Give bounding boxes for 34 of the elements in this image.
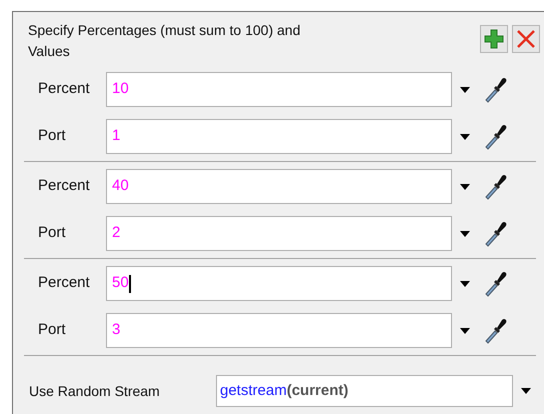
add-button[interactable] [480,25,508,53]
caret-icon[interactable] [459,280,471,288]
field-label: Port [37,320,67,340]
field-label: Port [37,223,67,244]
caret-icon[interactable] [459,132,471,140]
eyedropper-icon[interactable] [483,318,507,344]
eyedropper-icon[interactable] [483,76,507,102]
input-field[interactable]: 2 [106,216,452,251]
input-field[interactable]: 10 [106,72,452,107]
field-label: Percent [37,79,91,100]
field-label: Percent [37,273,91,294]
function-argument: (current) [286,380,348,401]
close-icon [516,29,536,49]
function-name: getstream [220,380,287,401]
caret-icon[interactable] [520,387,532,395]
input-field[interactable]: 40 [106,169,452,204]
eyedropper-icon[interactable] [483,124,507,150]
panel-title: Specify Percentages (must sum to 100) and Values [28,21,302,61]
input-field[interactable]: 1 [106,119,452,154]
field-label: Percent [37,176,91,196]
eyedropper-icon[interactable] [483,270,507,296]
eyedropper-icon[interactable] [483,220,507,246]
caret-icon[interactable] [459,326,471,334]
caret-icon[interactable] [459,86,471,94]
close-button[interactable] [512,25,540,53]
stream-field[interactable]: getstream(current) [216,375,513,407]
caret-icon[interactable] [459,182,471,190]
plus-icon [484,29,504,49]
eyedropper-icon[interactable] [483,174,507,200]
input-field[interactable]: 3 [106,313,452,348]
field-label: Port [37,126,67,146]
caret-icon[interactable] [459,230,471,238]
stream-label: Use Random Stream [28,382,161,400]
input-field[interactable]: 50 [106,266,452,301]
